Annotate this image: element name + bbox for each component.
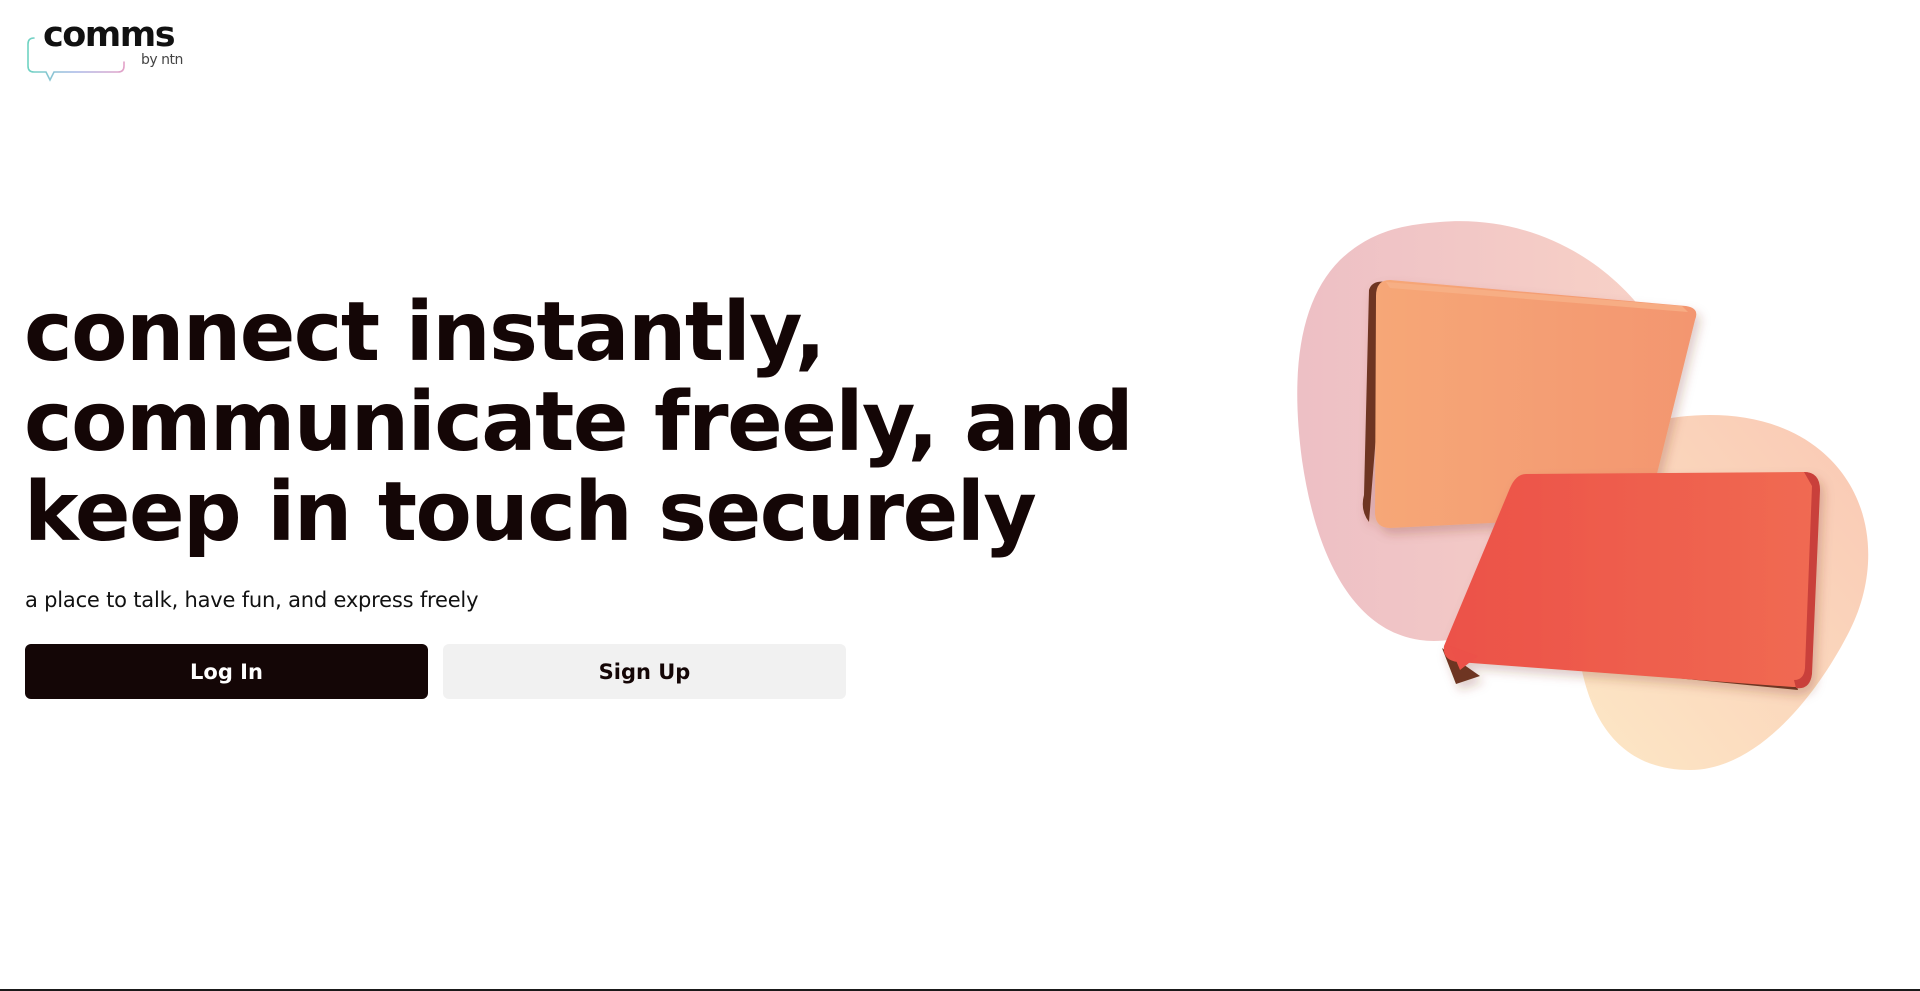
landing-page: comms by ntn connect instantly, communic… <box>0 0 1920 991</box>
signup-button[interactable]: Sign Up <box>443 644 846 699</box>
brand-byline: by ntn <box>141 52 183 68</box>
hero-headline: connect instantly, communicate freely, a… <box>24 288 1244 558</box>
chat-bubbles-illustration <box>1297 221 1869 770</box>
brand-name: comms <box>43 15 176 55</box>
hero-headline-line-2: communicate freely, and <box>24 375 1134 470</box>
brand-logo[interactable]: comms by ntn <box>26 15 186 82</box>
hero-tagline: a place to talk, have fun, and express f… <box>25 588 479 612</box>
hero-headline-line-3: keep in touch securely <box>24 465 1037 560</box>
hero-headline-line-1: connect instantly, <box>24 285 826 380</box>
login-button[interactable]: Log In <box>25 644 428 699</box>
